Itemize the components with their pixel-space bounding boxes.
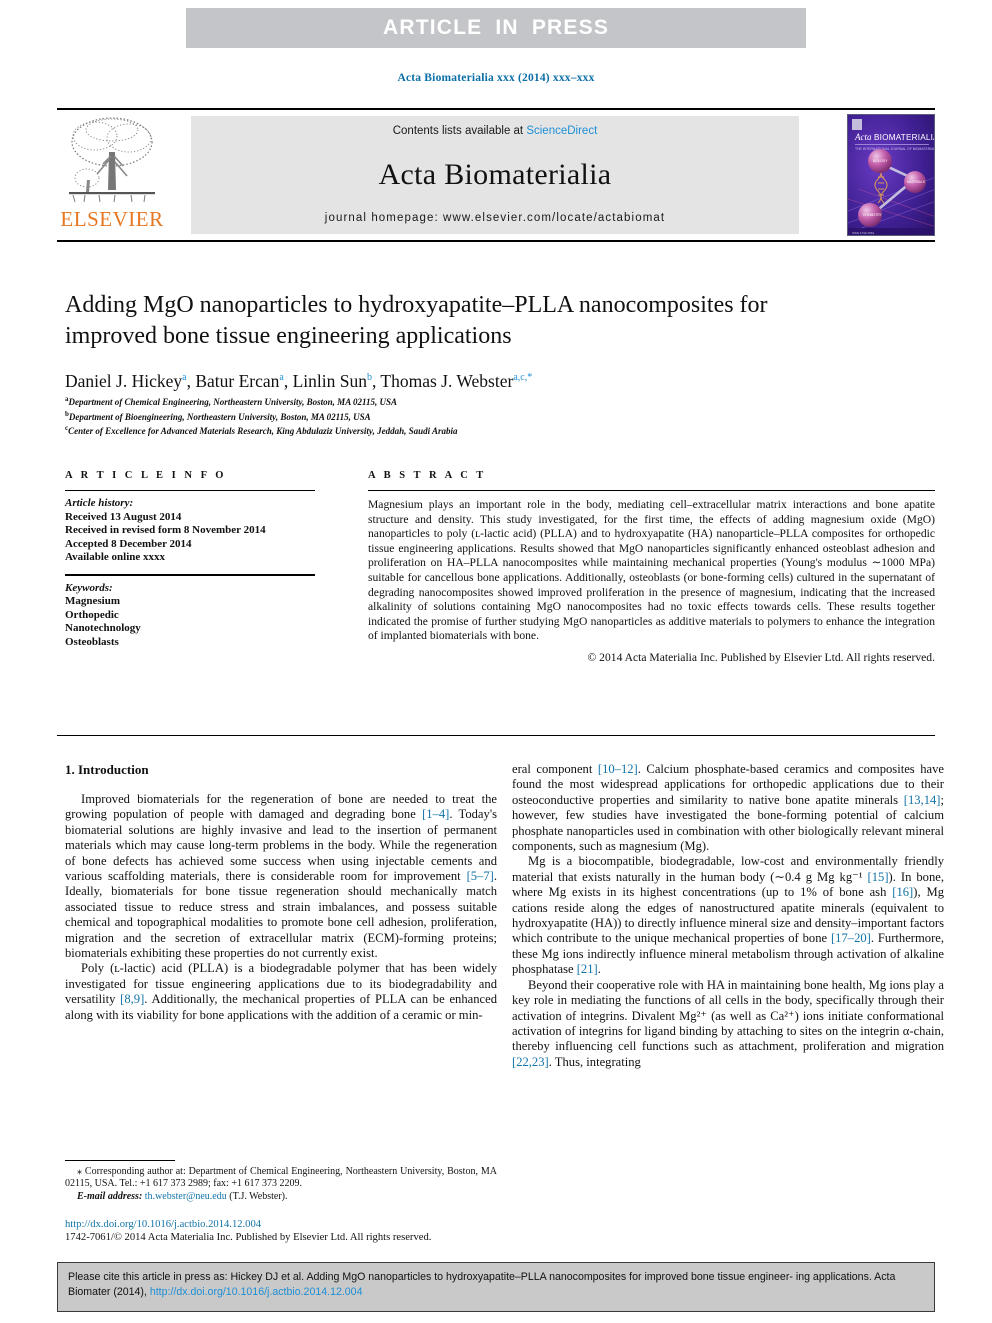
paragraph: Mg is a biocompatible, biodegradable, lo… xyxy=(512,854,944,977)
article-history-label: Article history: xyxy=(65,497,134,509)
email-label: E-mail address: xyxy=(77,1190,143,1202)
body-column-right: eral component [10–12]. Calcium phosphat… xyxy=(512,762,944,1070)
contents-list-line: Contents lists available at ScienceDirec… xyxy=(393,125,598,137)
doi-block: http://dx.doi.org/10.1016/j.actbio.2014.… xyxy=(65,1218,535,1244)
info-rule-2 xyxy=(65,573,315,576)
paragraph: Improved biomaterials for the regenerati… xyxy=(65,792,497,961)
keyword-item: Orthopedic xyxy=(65,608,119,621)
elsevier-logo: ELSEVIER xyxy=(57,116,167,234)
history-item: Received 13 August 2014 xyxy=(65,510,182,523)
info-rule-1 xyxy=(65,490,315,491)
svg-text:Acta: Acta xyxy=(854,132,872,142)
affiliation-item: aDepartment of Chemical Engineering, Nor… xyxy=(65,395,397,407)
abstract-text: Magnesium plays an important role in the… xyxy=(368,498,935,643)
journal-homepage-link[interactable]: journal homepage: www.elsevier.com/locat… xyxy=(325,212,665,224)
masthead-bottom-rule xyxy=(57,240,935,242)
cite-line-1: Please cite this article in press as: Hi… xyxy=(68,1271,793,1283)
journal-title: Acta Biomaterialia xyxy=(378,157,612,191)
paragraph: Beyond their cooperative role with HA in… xyxy=(512,977,944,1069)
svg-text:MATERIALS: MATERIALS xyxy=(907,180,925,184)
doi-link[interactable]: http://dx.doi.org/10.1016/j.actbio.2014.… xyxy=(65,1218,535,1231)
contents-prefix: Contents lists available at xyxy=(392,125,527,137)
journal-cover-thumbnail: Acta BIOMATERIALIA THE INTERNATIONAL JOU… xyxy=(847,114,935,236)
affiliation-item: bDepartment of Bioengineering, Northeast… xyxy=(65,409,371,422)
journal-cover-art: Acta BIOMATERIALIA THE INTERNATIONAL JOU… xyxy=(848,115,935,235)
footnote-email-line: E-mail address: th.webster@neu.edu (T.J.… xyxy=(77,1190,288,1202)
keyword-item: Magnesium xyxy=(65,595,120,607)
author-list: Daniel J. Hickeya, Batur Ercana, Linlin … xyxy=(65,371,533,391)
svg-text:BIOLOGY: BIOLOGY xyxy=(873,159,888,163)
section-heading-introduction: 1. Introduction xyxy=(65,762,149,777)
email-link[interactable]: th.webster@neu.edu xyxy=(145,1191,227,1202)
svg-text:CHEMISTRY: CHEMISTRY xyxy=(863,213,883,217)
running-head: Acta Biomaterialia xxx (2014) xxx–xxx xyxy=(397,72,595,84)
sciencedirect-link[interactable]: ScienceDirect xyxy=(526,125,597,137)
elsevier-tree-icon xyxy=(69,117,155,203)
abstract-heading: A B S T R A C T xyxy=(368,470,487,481)
cite-text: Please cite this article in press as: Hi… xyxy=(68,1270,924,1300)
keywords-block: Keywords: Magnesium Orthopedic Nanotechn… xyxy=(65,582,315,650)
journal-masthead: ELSEVIER Contents lists available at Sci… xyxy=(57,114,935,236)
article-info-column: A R T I C L E I N F O Article history: R… xyxy=(65,470,315,649)
footnote-body: ⁎ Corresponding author at: Department of… xyxy=(65,1166,497,1190)
article-history: Article history: Received 13 August 2014… xyxy=(65,497,315,565)
cite-doi-link[interactable]: http://dx.doi.org/10.1016/j.actbio.2014.… xyxy=(150,1286,363,1298)
keywords-label: Keywords: xyxy=(65,581,113,594)
abstract-bottom-rule xyxy=(57,735,935,736)
masthead-top-rule xyxy=(57,108,935,110)
history-item: Received in revised form 8 November 2014 xyxy=(65,524,266,536)
keyword-item: Osteoblasts xyxy=(65,635,119,648)
affiliations-list: aDepartment of Chemical Engineering, Nor… xyxy=(65,394,885,438)
footnote-marker: ⁎ xyxy=(77,1166,82,1177)
paragraph: eral component [10–12]. Calcium phosphat… xyxy=(512,762,944,854)
elsevier-wordmark: ELSEVIER xyxy=(60,207,164,231)
footnote-rule xyxy=(65,1160,175,1161)
cite-this-article-box: Please cite this article in press as: Hi… xyxy=(57,1262,935,1312)
journal-info-box: Contents lists available at ScienceDirec… xyxy=(191,116,799,234)
abstract-rule xyxy=(368,490,935,491)
history-item: Available online xxxx xyxy=(65,551,166,563)
abstract-column: A B S T R A C T Magnesium plays an impor… xyxy=(368,470,935,664)
svg-text:ISSN 1742-7061: ISSN 1742-7061 xyxy=(852,231,875,235)
article-in-press-banner: ARTICLE IN PRESS xyxy=(186,8,806,48)
page-title: Adding MgO nanoparticles to hydroxyapati… xyxy=(65,292,768,349)
article-info-heading: A R T I C L E I N F O xyxy=(65,470,227,481)
issn-copyright-line: 1742-7061/© 2014 Acta Materialia Inc. Pu… xyxy=(65,1232,432,1243)
svg-text:THE INTERNATIONAL JOURNAL OF B: THE INTERNATIONAL JOURNAL OF BIOMATERIAL… xyxy=(855,147,935,151)
paragraph: Poly (ʟ-lactic) acid (PLLA) is a biodegr… xyxy=(65,961,497,1022)
svg-text:BIOMATERIALIA: BIOMATERIALIA xyxy=(874,133,935,142)
article-in-press-label: ARTICLE IN PRESS xyxy=(382,16,610,39)
history-item: Accepted 8 December 2014 xyxy=(65,537,192,550)
abstract-copyright: © 2014 Acta Materialia Inc. Published by… xyxy=(587,650,935,664)
body-column-left: 1. Introduction Improved biomaterials fo… xyxy=(65,762,497,1023)
corresponding-author-footnote: ⁎ Corresponding author at: Department of… xyxy=(65,1166,497,1203)
affiliation-item: cCenter of Excellence for Advanced Mater… xyxy=(65,424,458,437)
keyword-item: Nanotechnology xyxy=(65,622,141,634)
